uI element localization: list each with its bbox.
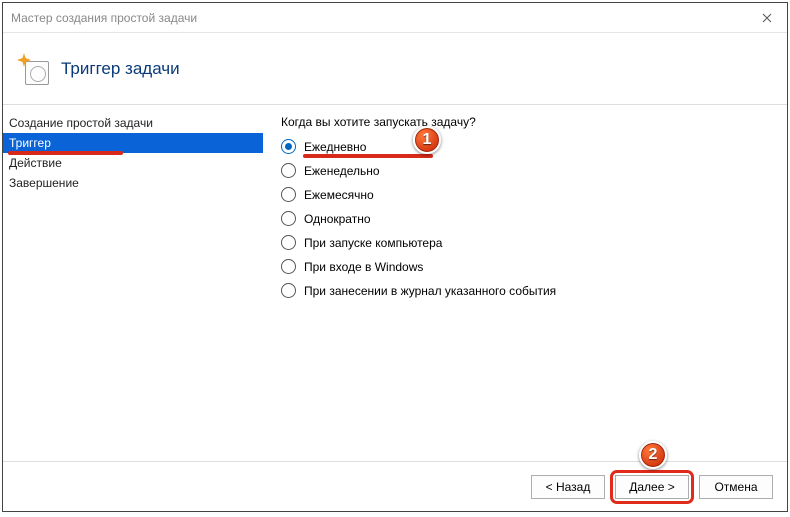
radio-icon bbox=[281, 235, 296, 250]
window-title: Мастер создания простой задачи bbox=[11, 11, 747, 25]
wizard-steps-sidebar: Создание простой задачи Триггер Действие… bbox=[3, 105, 263, 461]
trigger-options: Ежедневно Еженедельно Ежемесячно Однокра… bbox=[281, 139, 777, 298]
titlebar: Мастер создания простой задачи bbox=[3, 3, 787, 33]
cancel-button[interactable]: Отмена bbox=[699, 475, 773, 499]
radio-label: Ежемесячно bbox=[304, 188, 374, 202]
close-button[interactable] bbox=[747, 3, 787, 33]
radio-label: Еженедельно bbox=[304, 164, 380, 178]
radio-icon bbox=[281, 187, 296, 202]
radio-label: При входе в Windows bbox=[304, 260, 423, 274]
radio-option-once[interactable]: Однократно bbox=[281, 211, 777, 226]
annotation-underline bbox=[303, 154, 433, 158]
radio-option-daily[interactable]: Ежедневно bbox=[281, 139, 777, 154]
radio-label: При запуске компьютера bbox=[304, 236, 442, 250]
sidebar-item-label: Действие bbox=[9, 156, 62, 170]
trigger-question: Когда вы хотите запускать задачу? bbox=[281, 115, 777, 129]
radio-icon bbox=[281, 139, 296, 154]
radio-icon bbox=[281, 163, 296, 178]
radio-option-logon[interactable]: При входе в Windows bbox=[281, 259, 777, 274]
sidebar-item-label: Создание простой задачи bbox=[9, 116, 153, 130]
radio-option-monthly[interactable]: Ежемесячно bbox=[281, 187, 777, 202]
sidebar-item-action[interactable]: Действие bbox=[3, 153, 263, 173]
next-button-wrap: Далее > 2 bbox=[615, 475, 689, 499]
radio-option-weekly[interactable]: Еженедельно bbox=[281, 163, 777, 178]
wizard-body: Создание простой задачи Триггер Действие… bbox=[3, 105, 787, 461]
radio-icon bbox=[281, 283, 296, 298]
wizard-footer: < Назад Далее > 2 Отмена bbox=[3, 461, 787, 511]
close-icon bbox=[762, 13, 772, 23]
sidebar-item-label: Завершение bbox=[9, 176, 79, 190]
radio-label: Ежедневно bbox=[304, 140, 366, 154]
header-icon bbox=[17, 53, 49, 85]
radio-label: Однократно bbox=[304, 212, 371, 226]
radio-icon bbox=[281, 259, 296, 274]
page-title: Триггер задачи bbox=[61, 59, 180, 79]
radio-option-startup[interactable]: При запуске компьютера bbox=[281, 235, 777, 250]
sidebar-item-finish[interactable]: Завершение bbox=[3, 173, 263, 193]
wizard-window: Мастер создания простой задачи Триггер з… bbox=[2, 2, 788, 512]
wizard-main: Когда вы хотите запускать задачу? Ежедне… bbox=[263, 105, 787, 461]
radio-option-event[interactable]: При занесении в журнал указанного событи… bbox=[281, 283, 777, 298]
wizard-header: Триггер задачи bbox=[3, 33, 787, 105]
next-button[interactable]: Далее > bbox=[615, 475, 689, 499]
sidebar-item-label: Триггер bbox=[9, 136, 51, 150]
radio-label: При занесении в журнал указанного событи… bbox=[304, 284, 556, 298]
sparkle-icon bbox=[17, 53, 31, 67]
sidebar-item-trigger[interactable]: Триггер bbox=[3, 133, 263, 153]
back-button[interactable]: < Назад bbox=[531, 475, 605, 499]
radio-icon bbox=[281, 211, 296, 226]
sidebar-item-create[interactable]: Создание простой задачи bbox=[3, 113, 263, 133]
